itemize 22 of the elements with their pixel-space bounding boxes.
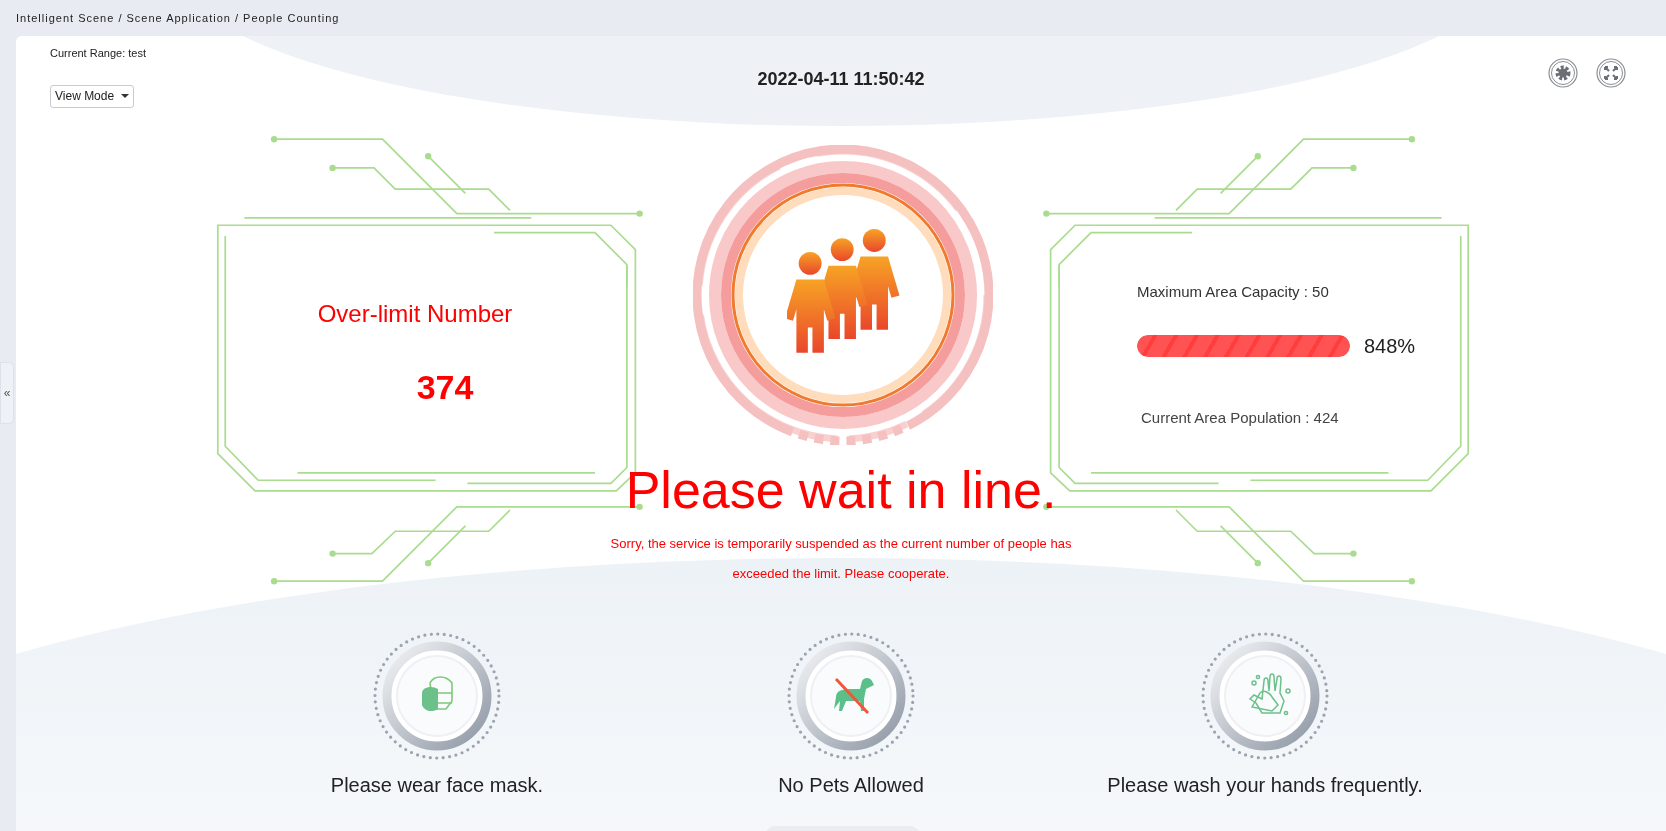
max-capacity: Maximum Area Capacity : 50 [1137,282,1329,302]
view-mode-dropdown[interactable]: View Mode [50,84,135,108]
notice-title: Please wait in line. [625,460,1057,520]
date-time: 2022-04-11 11:50:42 [757,69,925,89]
over-limit-label: Over-limit Number [317,299,513,329]
sidebar-toggle[interactable]: « [0,362,14,424]
caret-icon [121,94,130,98]
fullscreen-icon[interactable] [1596,58,1626,88]
face-mask-icon [422,676,453,712]
current-range: Current Range: test [50,46,146,61]
tip-label: No Pets Allowed [778,773,924,798]
washing-hands-icon [1249,673,1291,716]
crossed-dog-icon [834,677,874,715]
tip-label: Please wash your hands frequently. [1107,773,1423,798]
notice-detail: Sorry, the service is temporarily suspended as the current number of people has exceeded the limit. Please cooperate. [609,535,1073,583]
settings-icon[interactable] [1548,58,1578,88]
over-limit-value: 374 [416,367,474,408]
capacity-percent: 848% [1364,333,1416,359]
tip-label: Please wear face mask. [330,773,544,798]
current-population: Current Area Population : 424 [1141,407,1339,428]
breadcrumb: Intelligent Scene / Scene Application / People Counting [15,10,341,26]
people-icon [787,229,902,355]
